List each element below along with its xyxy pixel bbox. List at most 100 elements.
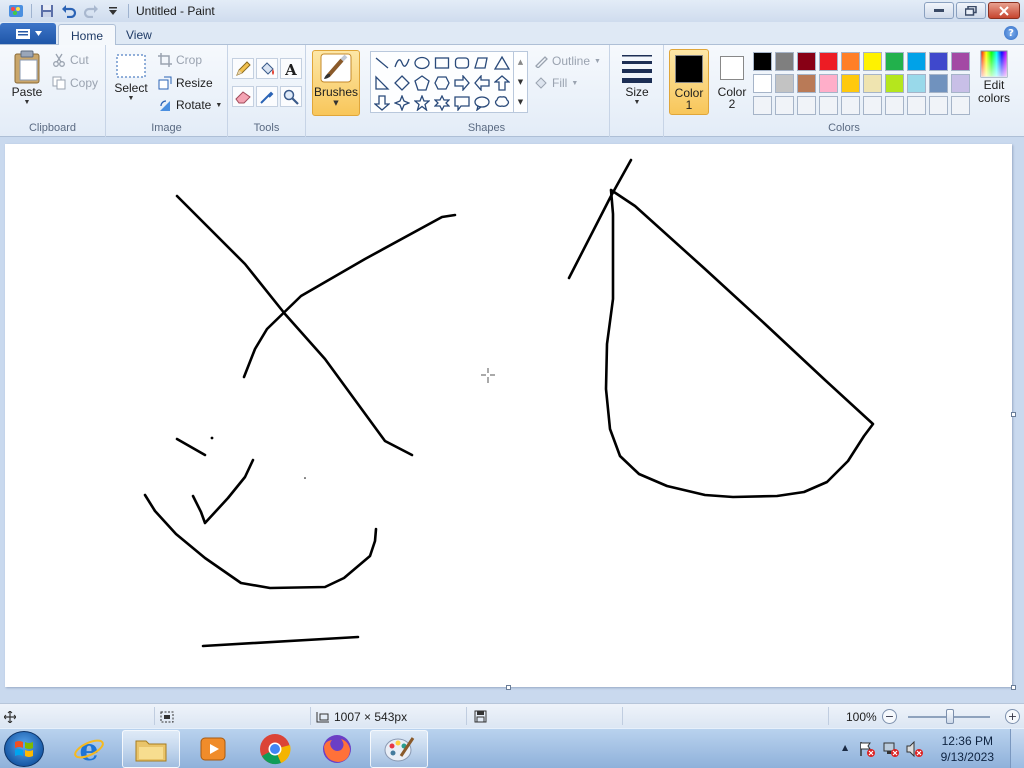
- polygon-shape-icon[interactable]: [472, 53, 492, 73]
- text-tool[interactable]: A: [280, 58, 302, 79]
- right-triangle-shape-icon[interactable]: [372, 73, 392, 93]
- up-arrow-shape-icon[interactable]: [492, 73, 512, 93]
- start-button[interactable]: [4, 731, 44, 767]
- five-point-star-shape-icon[interactable]: [412, 93, 432, 113]
- palette-swatch[interactable]: [775, 52, 794, 71]
- select-button[interactable]: Select ▼: [114, 49, 148, 102]
- cut-button[interactable]: Cut: [52, 51, 89, 69]
- palette-swatch[interactable]: [863, 52, 882, 71]
- line-shape-icon[interactable]: [372, 53, 392, 73]
- palette-swatch[interactable]: [841, 52, 860, 71]
- customize-qat-icon[interactable]: [103, 2, 123, 20]
- rotate-button[interactable]: Rotate ▼: [158, 96, 222, 114]
- chrome-icon[interactable]: [246, 730, 304, 768]
- hexagon-shape-icon[interactable]: [432, 73, 452, 93]
- palette-swatch[interactable]: [885, 74, 904, 93]
- palette-swatch[interactable]: [753, 74, 772, 93]
- cloud-callout-shape-icon[interactable]: [492, 93, 512, 113]
- internet-explorer-icon[interactable]: e: [60, 730, 118, 768]
- down-arrow-shape-icon[interactable]: [372, 93, 392, 113]
- paste-button[interactable]: Paste ▼: [8, 49, 46, 106]
- brushes-button[interactable]: Brushes ▼: [312, 50, 360, 116]
- palette-swatch[interactable]: [775, 74, 794, 93]
- file-explorer-icon[interactable]: [122, 730, 180, 768]
- show-desktop-button[interactable]: [1010, 729, 1024, 768]
- right-arrow-shape-icon[interactable]: [452, 73, 472, 93]
- six-point-star-shape-icon[interactable]: [432, 93, 452, 113]
- resize-handle-bottom[interactable]: [506, 685, 511, 690]
- outline-button[interactable]: Outline ▼: [534, 52, 601, 70]
- rectangle-shape-icon[interactable]: [432, 53, 452, 73]
- firefox-icon[interactable]: [308, 730, 366, 768]
- palette-swatch[interactable]: [951, 74, 970, 93]
- rect-callout-shape-icon[interactable]: [452, 93, 472, 113]
- oval-shape-icon[interactable]: [412, 53, 432, 73]
- palette-swatch[interactable]: [797, 96, 816, 115]
- palette-swatch[interactable]: [775, 96, 794, 115]
- rounded-rectangle-shape-icon[interactable]: [452, 53, 472, 73]
- resize-handle-corner[interactable]: [1011, 685, 1016, 690]
- save-icon[interactable]: [37, 2, 57, 20]
- undo-icon[interactable]: [59, 2, 79, 20]
- palette-swatch[interactable]: [753, 52, 772, 71]
- action-center-icon[interactable]: [858, 741, 876, 760]
- scroll-up-icon[interactable]: ▲: [514, 52, 527, 72]
- show-hidden-icons[interactable]: ▲: [842, 743, 848, 752]
- close-button[interactable]: [988, 2, 1020, 19]
- palette-swatch[interactable]: [907, 52, 926, 71]
- scroll-down-icon[interactable]: ▼: [514, 72, 527, 92]
- four-point-star-shape-icon[interactable]: [392, 93, 412, 113]
- palette-swatch[interactable]: [885, 52, 904, 71]
- palette-swatch[interactable]: [951, 96, 970, 115]
- tab-home[interactable]: Home: [58, 24, 117, 46]
- palette-swatch[interactable]: [907, 96, 926, 115]
- system-clock[interactable]: 12:36 PM 9/13/2023: [941, 733, 994, 765]
- oval-callout-shape-icon[interactable]: [472, 93, 492, 113]
- paint-menu-button[interactable]: [0, 23, 56, 44]
- pentagon-shape-icon[interactable]: [412, 73, 432, 93]
- palette-swatch[interactable]: [863, 96, 882, 115]
- palette-swatch[interactable]: [797, 74, 816, 93]
- eraser-tool[interactable]: [232, 86, 254, 107]
- palette-swatch[interactable]: [885, 96, 904, 115]
- volume-icon[interactable]: [906, 740, 924, 760]
- palette-swatch[interactable]: [841, 74, 860, 93]
- palette-swatch[interactable]: [819, 52, 838, 71]
- palette-swatch[interactable]: [819, 96, 838, 115]
- palette-swatch[interactable]: [753, 96, 772, 115]
- color1-button[interactable]: Color 1: [669, 49, 709, 115]
- tab-view[interactable]: View: [114, 24, 164, 46]
- color-picker-tool[interactable]: [256, 86, 278, 107]
- triangle-shape-icon[interactable]: [492, 53, 512, 73]
- magnifier-tool[interactable]: [280, 86, 302, 107]
- paint-app-icon[interactable]: [6, 2, 26, 20]
- copy-button[interactable]: Copy: [52, 74, 98, 92]
- palette-swatch[interactable]: [819, 74, 838, 93]
- diamond-shape-icon[interactable]: [392, 73, 412, 93]
- color2-button[interactable]: Color 2: [712, 49, 752, 115]
- zoom-slider-thumb[interactable]: [946, 709, 954, 724]
- palette-swatch[interactable]: [951, 52, 970, 71]
- palette-swatch[interactable]: [929, 74, 948, 93]
- fill-tool[interactable]: [256, 58, 278, 79]
- minimize-button[interactable]: [924, 2, 954, 19]
- fill-button[interactable]: Fill ▼: [534, 74, 578, 92]
- paint-icon[interactable]: [370, 730, 428, 768]
- edit-colors-button[interactable]: Edit colors: [974, 49, 1014, 105]
- drawing-canvas[interactable]: [5, 144, 1012, 687]
- palette-swatch[interactable]: [929, 52, 948, 71]
- pencil-tool[interactable]: [232, 58, 254, 79]
- palette-swatch[interactable]: [797, 52, 816, 71]
- palette-swatch[interactable]: [863, 74, 882, 93]
- resize-button[interactable]: Resize: [158, 74, 213, 92]
- expand-gallery-icon[interactable]: ▼: [514, 92, 527, 112]
- size-button[interactable]: Size ▼: [618, 49, 656, 106]
- restore-button[interactable]: [956, 2, 986, 19]
- curve-shape-icon[interactable]: [392, 53, 412, 73]
- palette-swatch[interactable]: [841, 96, 860, 115]
- palette-swatch[interactable]: [907, 74, 926, 93]
- redo-icon[interactable]: [81, 2, 101, 20]
- zoom-out-button[interactable]: −: [882, 709, 897, 724]
- resize-handle-right[interactable]: [1011, 412, 1016, 417]
- crop-button[interactable]: Crop: [158, 51, 202, 69]
